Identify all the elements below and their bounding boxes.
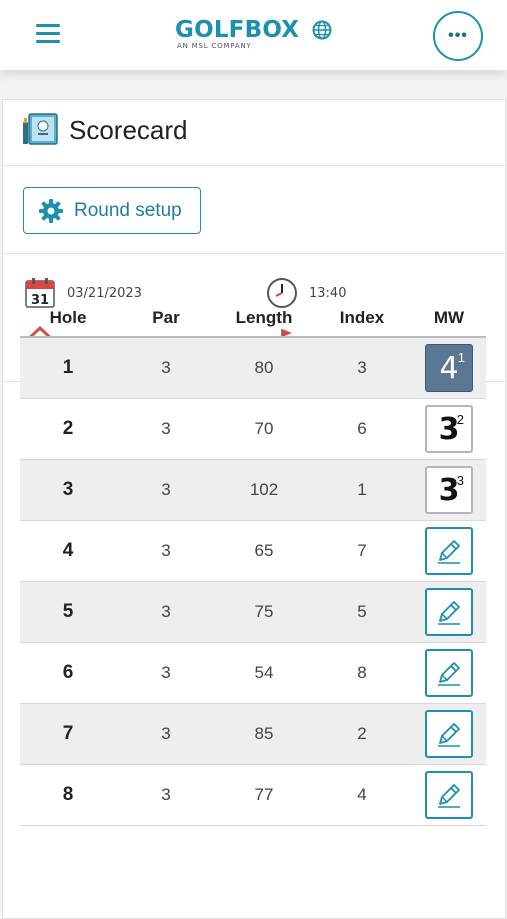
hole-number: 6 <box>62 662 74 683</box>
index-value: 3 <box>357 358 367 377</box>
more-options-button[interactable]: ••• <box>433 11 483 61</box>
pencil-icon <box>438 662 460 686</box>
index-value: 7 <box>357 541 367 560</box>
mw-cell: 41 <box>412 344 486 392</box>
table-row: 7 3 85 2 <box>20 704 486 765</box>
hole-number: 2 <box>62 418 74 439</box>
score-box[interactable]: 33 <box>425 466 473 514</box>
table-row: 1 3 80 3 4 1 <box>20 338 486 399</box>
index-value: 2 <box>357 724 367 743</box>
mw-cell: 33 <box>412 466 486 514</box>
edit-score-button[interactable] <box>425 771 473 819</box>
par-value: 3 <box>161 724 171 743</box>
mw-cell <box>412 771 486 819</box>
table-row: 5 3 75 5 <box>20 582 486 643</box>
col-mw: MW <box>433 308 465 327</box>
index-value: 6 <box>357 419 367 438</box>
hole-number: 3 <box>62 479 74 500</box>
round-setup-label: Round setup <box>74 199 182 221</box>
scorecard-icon <box>23 113 58 145</box>
pencil-icon <box>438 601 460 625</box>
date-text: 03/21/2023 <box>67 285 142 301</box>
length-value: 77 <box>254 785 274 804</box>
mw-cell <box>412 527 486 575</box>
edit-score-button[interactable] <box>425 710 473 758</box>
length-value: 80 <box>254 358 274 377</box>
table-row: 2 3 70 6 3 2 <box>20 399 486 460</box>
time-text: 13:40 <box>309 285 347 301</box>
table-row: 8 3 77 4 <box>20 765 486 826</box>
mw-cell <box>412 588 486 636</box>
round-setup-button[interactable]: Round setup <box>23 187 201 234</box>
edit-score-button[interactable] <box>425 588 473 636</box>
length-value: 102 <box>249 480 279 499</box>
gear-icon <box>39 198 63 223</box>
edit-score-button[interactable] <box>425 649 473 697</box>
globe-icon <box>312 20 332 40</box>
par-value: 3 <box>161 419 171 438</box>
score-position: 3 <box>456 473 464 488</box>
length-value: 70 <box>254 419 274 438</box>
score-position: 2 <box>456 412 464 427</box>
par-value: 3 <box>161 663 171 682</box>
length-value: 75 <box>254 602 274 621</box>
par-value: 3 <box>161 602 171 621</box>
length-value: 65 <box>254 541 274 560</box>
hole-number: 7 <box>62 723 74 744</box>
length-value: 85 <box>254 724 274 743</box>
score-position: 1 <box>457 350 465 365</box>
mw-cell <box>412 710 486 758</box>
table-row: 6 3 54 8 <box>20 643 486 704</box>
hole-number: 8 <box>62 784 74 805</box>
logo-text: GOLFBOX <box>175 17 300 43</box>
page-title: Scorecard <box>69 115 188 145</box>
pencil-icon <box>438 784 460 808</box>
par-value: 3 <box>161 541 171 560</box>
score-box[interactable]: 41 <box>425 344 473 392</box>
setup-section: Round setup <box>3 166 505 254</box>
scorecard-header: Scorecard <box>3 100 505 166</box>
table-row: 4 3 65 7 <box>20 521 486 582</box>
scorecard-table: Hole Par Length Index MW 1 3 80 3 4 1 2 3 70 6 3 2 3… <box>20 300 486 826</box>
index-value: 4 <box>357 785 367 804</box>
hole-number: 4 <box>62 540 74 561</box>
mw-cell <box>412 649 486 697</box>
hole-number: 5 <box>62 601 74 622</box>
col-par: Par <box>152 308 180 327</box>
menu-icon[interactable] <box>36 24 64 48</box>
col-length: Length <box>235 308 293 327</box>
hole-number: 1 <box>62 357 74 378</box>
golfbox-logo[interactable]: GOLFBOX AN MSL COMPANY <box>175 17 335 57</box>
index-value: 8 <box>357 663 367 682</box>
top-bar: GOLFBOX AN MSL COMPANY ••• <box>0 0 507 70</box>
pencil-icon <box>438 723 460 747</box>
table-body: 1 3 80 3 4 1 2 3 70 6 3 2 3 3 102 1 3 3 4 3 65 7 5 3 75 5 6 3 54 8 7 3 8… <box>20 338 486 826</box>
par-value: 3 <box>161 785 171 804</box>
pencil-icon <box>438 540 460 564</box>
mw-cell: 32 <box>412 405 486 453</box>
table-row: 3 3 102 1 3 3 <box>20 460 486 521</box>
par-value: 3 <box>161 480 171 499</box>
score-box[interactable]: 32 <box>425 405 473 453</box>
index-value: 1 <box>357 480 367 499</box>
table-header: Hole Par Length Index MW <box>20 300 486 338</box>
par-value: 3 <box>161 358 171 377</box>
edit-score-button[interactable] <box>425 527 473 575</box>
col-hole: Hole <box>49 308 87 327</box>
col-index: Index <box>339 308 385 327</box>
index-value: 5 <box>357 602 367 621</box>
score-value: 4 <box>439 350 459 386</box>
length-value: 54 <box>254 663 274 682</box>
logo-subtitle: AN MSL COMPANY <box>177 42 252 50</box>
